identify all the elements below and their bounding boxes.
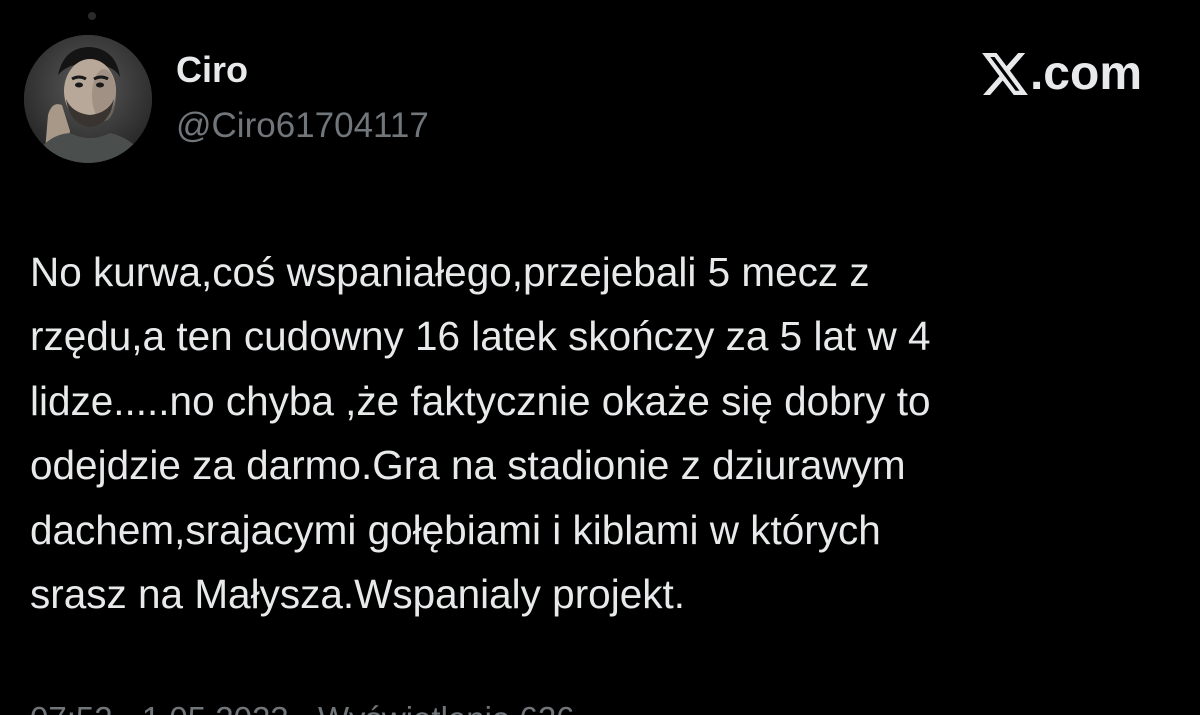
tweet-text-line: lidze.....no chyba ,że faktycznie okaże … bbox=[30, 377, 931, 424]
avatar-portrait-icon bbox=[24, 35, 152, 163]
tweet-text-line: rzędu,a ten cudowny 16 latek skończy za … bbox=[30, 313, 931, 360]
decorative-dot bbox=[88, 12, 96, 20]
tweet-text: No kurwa,coś wspaniałego,przejebali 5 me… bbox=[30, 240, 1170, 626]
tweet-text-line: srasz na Małysza.Wspanialy projekt. bbox=[30, 571, 685, 618]
avatar[interactable] bbox=[24, 35, 152, 163]
x-com-brand: .com bbox=[982, 50, 1142, 98]
brand-label: .com bbox=[1029, 47, 1142, 100]
tweet-timestamp-views[interactable]: 07:52 · 1.05.2023 · Wyświetlenia 626 bbox=[30, 702, 575, 715]
x-logo-icon bbox=[982, 53, 1028, 95]
author-display-name[interactable]: Ciro bbox=[176, 52, 248, 88]
author-handle[interactable]: @Ciro61704117 bbox=[176, 108, 429, 143]
tweet-text-line: odejdzie za darmo.Gra na stadionie z dzi… bbox=[30, 442, 906, 489]
tweet-text-line: dachem,srajacymi gołębiami i kiblami w k… bbox=[30, 506, 881, 553]
tweet-text-line: No kurwa,coś wspaniałego,przejebali 5 me… bbox=[30, 249, 870, 295]
